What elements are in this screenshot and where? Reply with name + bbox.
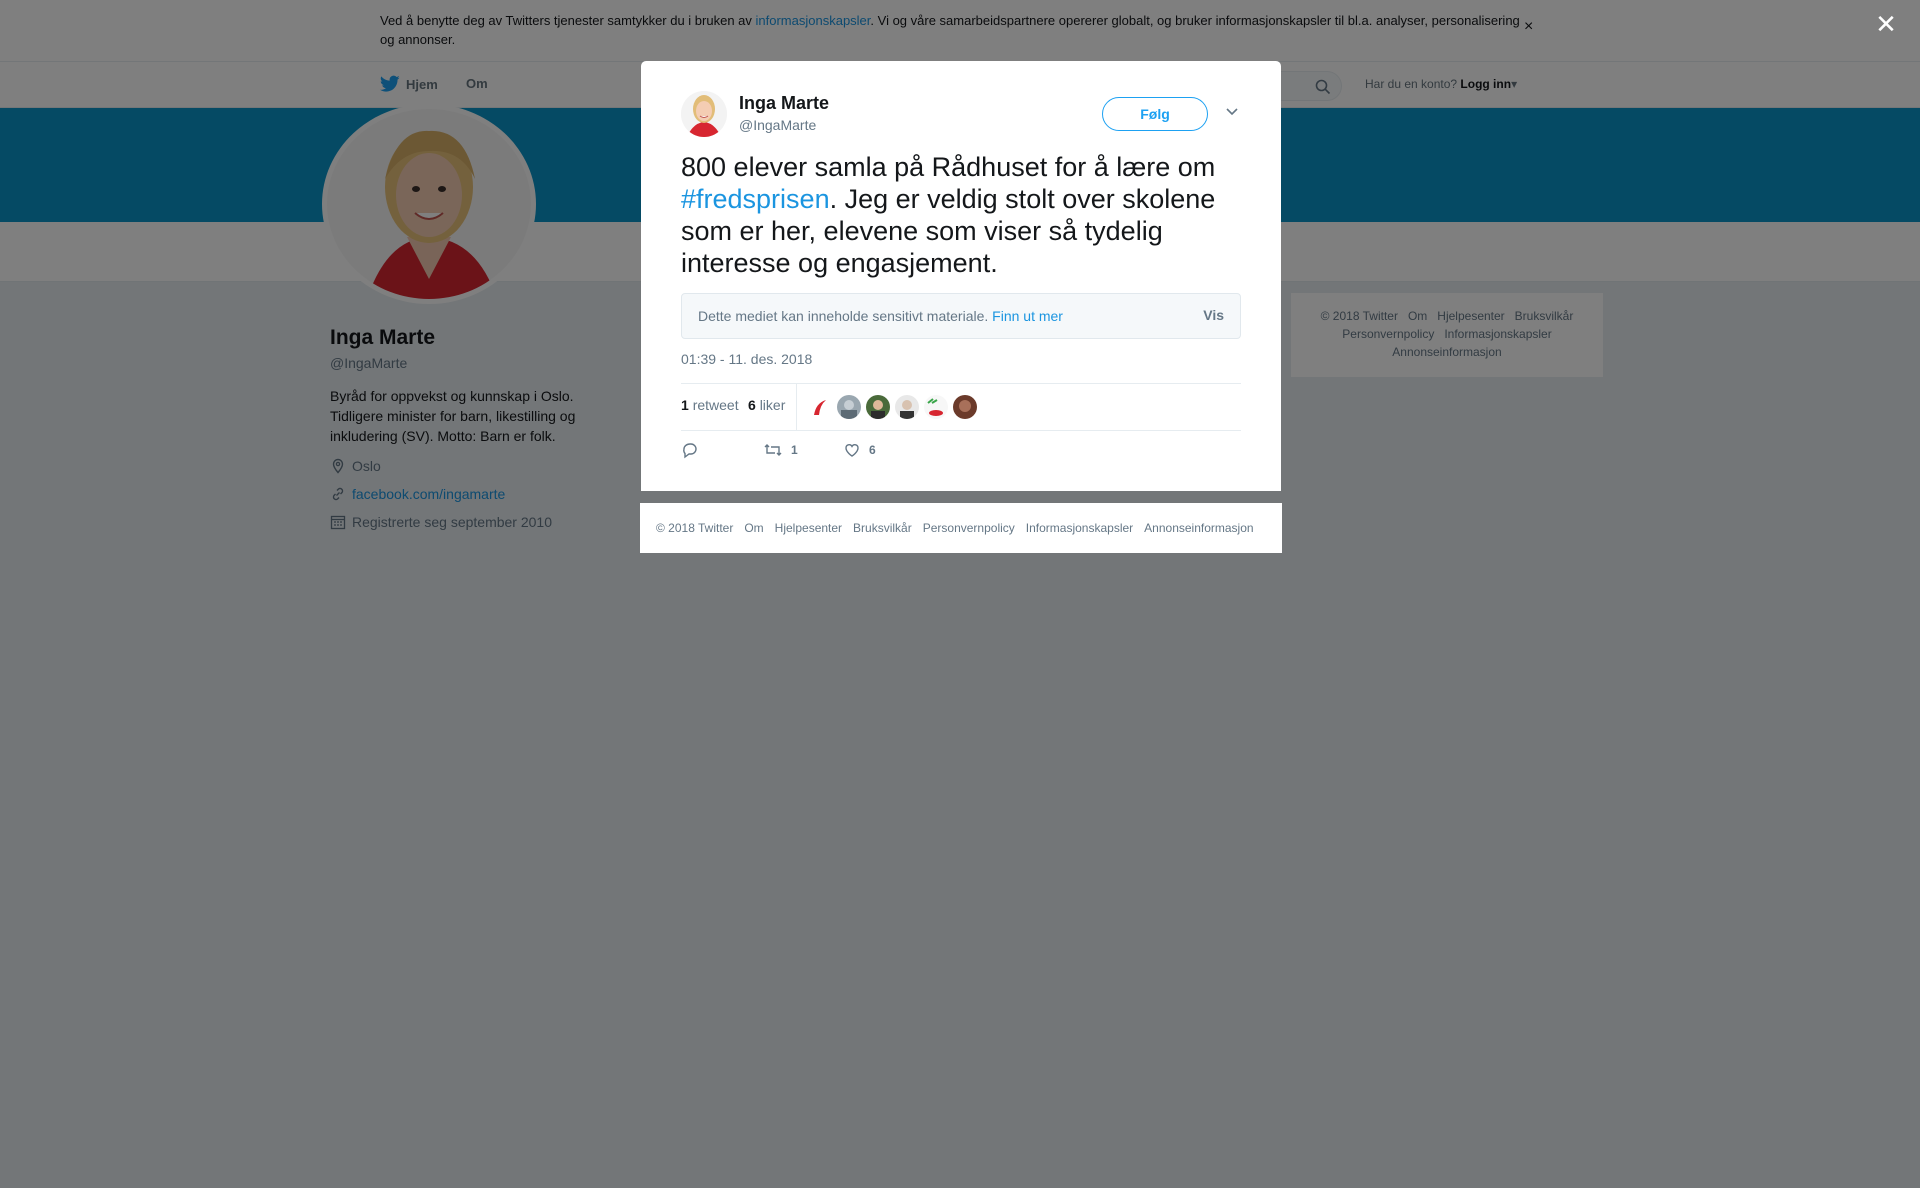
liker-avatar[interactable]	[837, 395, 861, 419]
liker-avatar[interactable]	[895, 395, 919, 419]
tweet-timestamp[interactable]: 01:39 - 11. des. 2018	[681, 351, 812, 367]
like-button[interactable]: 6	[843, 441, 876, 459]
like-stat[interactable]: 6 liker	[748, 397, 785, 413]
heart-icon	[845, 444, 859, 457]
show-media-button[interactable]: Vis	[1203, 307, 1224, 323]
tweet-author-handle[interactable]: @IngaMarte	[739, 117, 816, 133]
reply-icon	[683, 443, 697, 459]
chevron-down-icon[interactable]	[1225, 107, 1239, 117]
author-avatar-image	[681, 91, 727, 137]
like-count: 6	[748, 397, 756, 413]
modal-footer-about[interactable]: Om	[744, 521, 763, 535]
learn-more-link[interactable]: Finn ut mer	[992, 308, 1063, 324]
liker-avatar[interactable]	[866, 395, 890, 419]
tweet-author-avatar[interactable]	[681, 91, 727, 137]
modal-footer: © 2018 Twitter Om Hjelpesenter Bruksvilk…	[640, 503, 1282, 553]
modal-footer-privacy[interactable]: Personvernpolicy	[923, 521, 1015, 535]
liker-avatar[interactable]	[953, 395, 977, 419]
modal-footer-help[interactable]: Hjelpesenter	[775, 521, 842, 535]
hashtag-link[interactable]: #fredsprisen	[681, 184, 830, 214]
tweet-text: 800 elever samla på Rådhuset for å lære …	[681, 151, 1246, 279]
like-action-count: 6	[869, 443, 876, 457]
tweet-modal: Inga Marte @IngaMarte Følg 800 elever sa…	[641, 61, 1281, 491]
sensitive-text-wrap: Dette mediet kan inneholde sensitivt mat…	[698, 308, 1063, 324]
sensitive-media-notice: Dette mediet kan inneholde sensitivt mat…	[681, 293, 1241, 339]
modal-footer-cookies[interactable]: Informasjonskapsler	[1026, 521, 1133, 535]
tweet-actions: 1 6	[681, 441, 1241, 471]
retweet-button[interactable]: 1	[763, 441, 798, 459]
follow-button[interactable]: Følg	[1102, 97, 1208, 131]
retweet-icon	[764, 444, 782, 456]
retweet-stat[interactable]: 1 retweet	[681, 397, 739, 413]
liker-avatar[interactable]	[808, 395, 832, 419]
tweet-text-part1: 800 elever samla på Rådhuset for å lære …	[681, 152, 1216, 182]
modal-footer-copyright: © 2018 Twitter	[656, 521, 734, 535]
modal-footer-terms[interactable]: Bruksvilkår	[853, 521, 912, 535]
liker-avatar[interactable]	[924, 395, 948, 419]
retweet-action-count: 1	[791, 443, 798, 457]
tweet-author-name[interactable]: Inga Marte	[739, 93, 829, 114]
reply-button[interactable]	[681, 441, 707, 459]
retweet-label: retweet	[692, 397, 739, 413]
sensitive-text: Dette mediet kan inneholde sensitivt mat…	[698, 308, 993, 324]
like-label: liker	[759, 397, 786, 413]
retweet-count: 1	[681, 397, 689, 413]
stats-divider	[796, 384, 797, 430]
close-icon[interactable]: ✕	[1874, 11, 1898, 37]
modal-footer-ads[interactable]: Annonseinformasjon	[1144, 521, 1253, 535]
tweet-stats: 1 retweet 6 liker	[681, 383, 1241, 431]
